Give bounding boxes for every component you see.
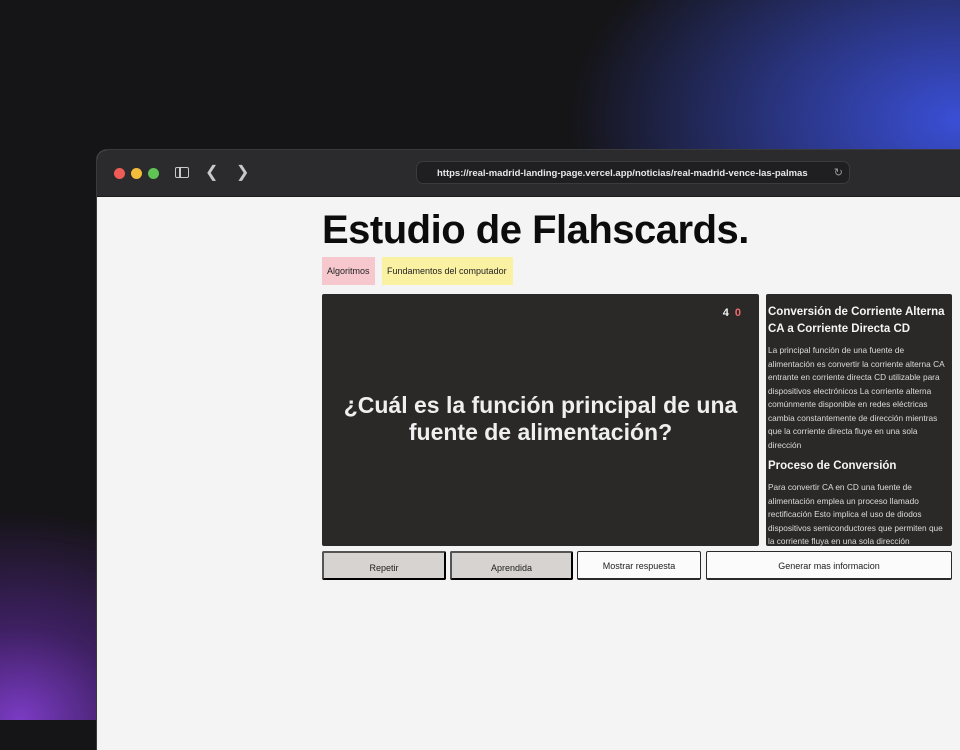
close-window-button[interactable] bbox=[114, 168, 125, 179]
browser-titlebar: ❮ ❯ https://real-madrid-landing-page.ver… bbox=[97, 150, 960, 197]
reload-icon[interactable]: ↻ bbox=[834, 162, 843, 185]
chevron-left-icon[interactable]: ❮ bbox=[205, 163, 218, 183]
chevron-right-icon[interactable]: ❯ bbox=[236, 163, 249, 183]
wrong-count: 0 bbox=[734, 307, 741, 319]
score-counter: 40 bbox=[723, 307, 741, 319]
info-panel[interactable]: Conversión de Corriente Alterna CA a Cor… bbox=[766, 294, 952, 546]
show-answer-button[interactable]: Mostrar respuesta bbox=[577, 551, 701, 580]
page-content: Estudio de Flahscards. Algoritmos Fundam… bbox=[322, 196, 960, 750]
repeat-button[interactable]: Repetir bbox=[322, 551, 446, 580]
correct-count: 4 bbox=[722, 307, 729, 319]
generate-more-button[interactable]: Generar mas informacion bbox=[706, 551, 952, 580]
url-text: https://real-madrid-landing-page.vercel.… bbox=[437, 168, 808, 179]
tag-fundamentos[interactable]: Fundamentos del computador bbox=[382, 257, 513, 285]
info-paragraph: La principal función de una fuente de al… bbox=[768, 345, 945, 450]
minimize-window-button[interactable] bbox=[131, 168, 142, 179]
maximize-window-button[interactable] bbox=[148, 168, 159, 179]
learned-button[interactable]: Aprendida bbox=[450, 551, 573, 580]
tag-algoritmos[interactable]: Algoritmos bbox=[322, 257, 375, 285]
info-heading: Conversión de Corriente Alterna CA a Cor… bbox=[768, 306, 945, 335]
info-heading: Proceso de Conversión bbox=[768, 460, 897, 472]
address-bar[interactable]: https://real-madrid-landing-page.vercel.… bbox=[416, 161, 850, 184]
flashcard-question: ¿Cuál es la función principal de una fue… bbox=[343, 392, 738, 445]
sidebar-toggle-icon[interactable] bbox=[175, 167, 189, 178]
browser-window: ❮ ❯ https://real-madrid-landing-page.ver… bbox=[97, 150, 960, 750]
flashcard[interactable]: 40 ¿Cuál es la función principal de una … bbox=[322, 294, 759, 546]
info-paragraph: Para convertir CA en CD una fuente de al… bbox=[768, 482, 943, 546]
page-title: Estudio de Flahscards. bbox=[322, 208, 749, 252]
